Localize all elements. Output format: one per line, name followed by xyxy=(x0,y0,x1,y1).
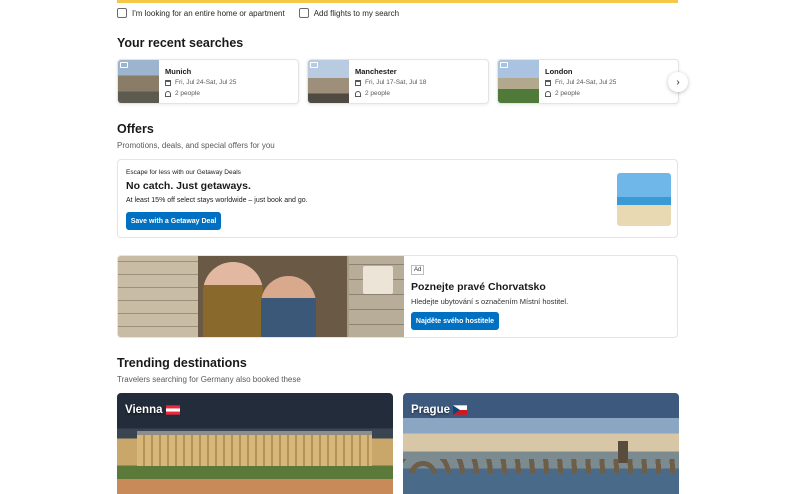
croatia-logo xyxy=(624,303,664,325)
czech-flag-icon xyxy=(453,405,467,415)
find-host-button[interactable]: Najděte svého hostitele xyxy=(411,312,499,330)
add-flights-checkbox[interactable]: Add flights to my search xyxy=(298,8,400,18)
recent-search-card[interactable]: Munich Fri, Jul 24-Sat, Jul 25 2 people xyxy=(117,59,299,104)
recent-search-card[interactable]: Manchester Fri, Jul 17-Sat, Jul 18 2 peo… xyxy=(307,59,489,104)
trending-title: Trending destinations xyxy=(117,356,247,370)
add-flights-label: Add flights to my search xyxy=(313,8,400,18)
recent-people: 2 people xyxy=(175,90,200,97)
entire-home-checkbox[interactable]: I'm looking for an entire home or apartm… xyxy=(117,8,285,18)
recent-dates: Fri, Jul 17-Sat, Jul 18 xyxy=(365,79,427,86)
ad-label: Ad xyxy=(411,265,425,275)
city-thumbnail xyxy=(118,60,159,103)
recent-city: Munich xyxy=(165,67,192,76)
offer-title: No catch. Just getaways. xyxy=(126,180,251,192)
bed-icon xyxy=(310,62,318,68)
recent-city: Manchester xyxy=(355,67,397,76)
recent-searches-list: Munich Fri, Jul 24-Sat, Jul 25 2 people … xyxy=(117,59,679,104)
calendar-icon xyxy=(545,79,551,86)
search-bar-bottom-edge xyxy=(117,0,678,3)
recent-searches-title: Your recent searches xyxy=(117,36,244,50)
recent-people: 2 people xyxy=(365,90,390,97)
getaway-deal-button[interactable]: Save with a Getaway Deal xyxy=(126,212,221,230)
person-icon xyxy=(355,90,361,97)
chevron-right-icon: › xyxy=(676,76,680,88)
trending-subtitle: Travelers searching for Germany also boo… xyxy=(117,375,301,384)
charles-bridge-image xyxy=(403,459,679,473)
ad-banner[interactable]: Ad Poznejte pravé Chorvatsko Hledejte ub… xyxy=(117,255,678,338)
beach-couple-image xyxy=(617,173,671,226)
recent-search-card[interactable]: London Fri, Jul 24-Sat, Jul 25 2 people xyxy=(497,59,679,104)
destination-card-prague[interactable]: Prague xyxy=(403,393,679,494)
offer-description: At least 15% off select stays worldwide … xyxy=(126,197,308,204)
offers-title: Offers xyxy=(117,122,154,136)
calendar-icon xyxy=(355,79,361,86)
austria-flag-icon xyxy=(165,405,180,415)
destination-name: Prague xyxy=(411,404,450,416)
recent-dates: Fri, Jul 24-Sat, Jul 25 xyxy=(175,79,237,86)
next-button[interactable]: › xyxy=(668,72,688,92)
destination-name: Vienna xyxy=(125,404,163,416)
getaway-deal-card: Escape for less with our Getaway Deals N… xyxy=(117,159,678,238)
checkbox-icon[interactable] xyxy=(298,8,309,18)
entire-home-label: I'm looking for an entire home or apartm… xyxy=(132,8,285,18)
local-host-sign xyxy=(363,266,393,294)
schonbrunn-palace-image xyxy=(137,431,372,466)
recent-city: London xyxy=(545,67,573,76)
checkbox-icon[interactable] xyxy=(117,8,127,18)
destination-card-vienna[interactable]: Vienna xyxy=(117,393,393,494)
bed-icon xyxy=(120,62,128,68)
ad-photo xyxy=(118,256,404,337)
search-filters: I'm looking for an entire home or apartm… xyxy=(117,8,399,18)
city-thumbnail xyxy=(308,60,349,103)
offer-kicker: Escape for less with our Getaway Deals xyxy=(126,169,241,176)
person-icon xyxy=(545,90,551,97)
city-thumbnail xyxy=(498,60,539,103)
offers-subtitle: Promotions, deals, and special offers fo… xyxy=(117,141,275,150)
recent-people: 2 people xyxy=(555,90,580,97)
recent-dates: Fri, Jul 24-Sat, Jul 25 xyxy=(555,79,617,86)
ad-title: Poznejte pravé Chorvatsko xyxy=(411,281,546,293)
person-icon xyxy=(165,90,171,97)
bed-icon xyxy=(500,62,508,68)
ad-description: Hledejte ubytování s označením Místní ho… xyxy=(411,297,569,306)
calendar-icon xyxy=(165,79,171,86)
